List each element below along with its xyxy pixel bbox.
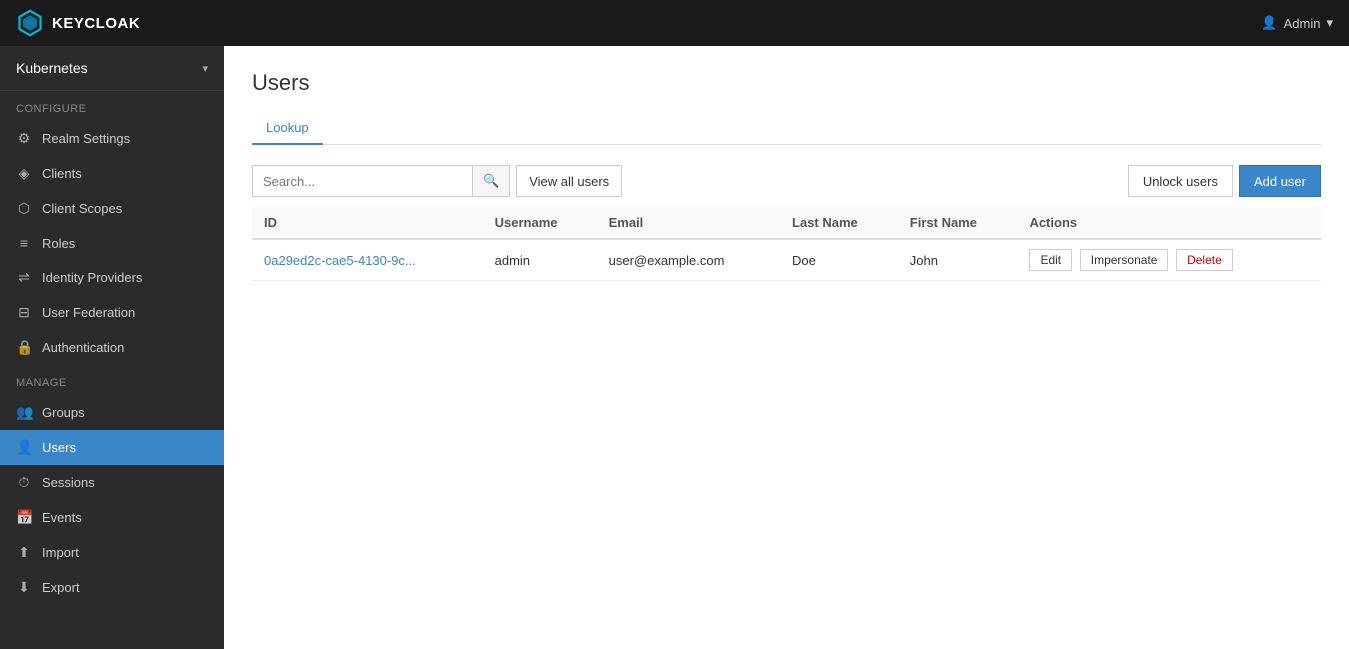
cell-last-name: Doe — [780, 239, 898, 281]
sidebar-item-label: Users — [42, 440, 76, 455]
import-icon: ⬆ — [16, 544, 32, 561]
groups-icon: 👥 — [16, 404, 32, 421]
manage-section-label: Manage — [0, 365, 224, 395]
col-id: ID — [252, 207, 483, 239]
search-input[interactable] — [252, 165, 472, 197]
table-row: 0a29ed2c-cae5-4130-9c... admin user@exam… — [252, 239, 1321, 281]
user-id-link[interactable]: 0a29ed2c-cae5-4130-9c... — [264, 253, 416, 268]
identity-providers-icon: ⇌ — [16, 269, 32, 286]
sidebar-item-label: Export — [42, 580, 80, 595]
cell-id: 0a29ed2c-cae5-4130-9c... — [252, 239, 483, 281]
sidebar-item-groups[interactable]: 👥 Groups — [0, 395, 224, 430]
sidebar-item-label: Client Scopes — [42, 201, 122, 216]
table-body: 0a29ed2c-cae5-4130-9c... admin user@exam… — [252, 239, 1321, 281]
sidebar-item-clients[interactable]: ◈ Clients — [0, 156, 224, 191]
tabs: Lookup — [252, 112, 1321, 145]
user-federation-icon: ⊟ — [16, 304, 32, 321]
events-icon: 📅 — [16, 509, 32, 526]
main-layout: Kubernetes ▾ Configure ⚙ Realm Settings … — [0, 46, 1349, 649]
cell-first-name: John — [898, 239, 1018, 281]
realm-settings-icon: ⚙ — [16, 130, 32, 147]
sidebar-item-events[interactable]: 📅 Events — [0, 500, 224, 535]
right-actions: Unlock users Add user — [1128, 165, 1321, 197]
col-username: Username — [483, 207, 597, 239]
sidebar-item-user-federation[interactable]: ⊟ User Federation — [0, 295, 224, 330]
keycloak-logo-icon — [16, 9, 44, 37]
users-icon: 👤 — [16, 439, 32, 456]
col-first-name: First Name — [898, 207, 1018, 239]
sidebar-item-roles[interactable]: ≡ Roles — [0, 226, 224, 260]
page-title: Users — [252, 70, 1321, 96]
content-area: Users Lookup 🔍 View all users Unlock use… — [224, 46, 1349, 649]
sidebar-item-label: User Federation — [42, 305, 135, 320]
unlock-users-button[interactable]: Unlock users — [1128, 165, 1233, 197]
authentication-icon: 🔒 — [16, 339, 32, 356]
sidebar-item-label: Authentication — [42, 340, 124, 355]
sidebar: Kubernetes ▾ Configure ⚙ Realm Settings … — [0, 46, 224, 649]
sidebar-item-identity-providers[interactable]: ⇌ Identity Providers — [0, 260, 224, 295]
delete-button[interactable]: Delete — [1176, 249, 1233, 271]
view-all-users-button[interactable]: View all users — [516, 165, 622, 197]
sidebar-item-label: Roles — [42, 236, 75, 251]
sidebar-item-label: Events — [42, 510, 82, 525]
search-area: 🔍 View all users — [252, 165, 622, 197]
edit-button[interactable]: Edit — [1029, 249, 1072, 271]
sessions-icon: ⏱ — [16, 474, 32, 491]
tab-lookup[interactable]: Lookup — [252, 112, 323, 145]
sidebar-item-label: Groups — [42, 405, 85, 420]
users-toolbar: 🔍 View all users Unlock users Add user — [252, 165, 1321, 197]
col-email: Email — [597, 207, 780, 239]
sidebar-item-label: Sessions — [42, 475, 95, 490]
sidebar-item-label: Import — [42, 545, 79, 560]
col-actions: Actions — [1017, 207, 1321, 239]
sidebar-item-label: Clients — [42, 166, 82, 181]
brand-name: KEYCLOAK — [52, 15, 140, 32]
brand: KEYCLOAK — [16, 9, 140, 37]
admin-menu[interactable]: 👤 Admin ▾ — [1261, 15, 1333, 31]
realm-name: Kubernetes — [16, 60, 88, 76]
realm-selector[interactable]: Kubernetes ▾ — [0, 46, 224, 91]
impersonate-button[interactable]: Impersonate — [1080, 249, 1169, 271]
admin-label: Admin — [1284, 16, 1321, 31]
export-icon: ⬇ — [16, 579, 32, 596]
client-scopes-icon: ⬡ — [16, 200, 32, 217]
table-header: ID Username Email Last Name First Name A… — [252, 207, 1321, 239]
search-button[interactable]: 🔍 — [472, 165, 510, 197]
sidebar-item-realm-settings[interactable]: ⚙ Realm Settings — [0, 121, 224, 156]
users-table: ID Username Email Last Name First Name A… — [252, 207, 1321, 281]
sidebar-item-client-scopes[interactable]: ⬡ Client Scopes — [0, 191, 224, 226]
col-last-name: Last Name — [780, 207, 898, 239]
sidebar-item-import[interactable]: ⬆ Import — [0, 535, 224, 570]
sidebar-item-export[interactable]: ⬇ Export — [0, 570, 224, 605]
cell-username: admin — [483, 239, 597, 281]
sidebar-item-authentication[interactable]: 🔒 Authentication — [0, 330, 224, 365]
sidebar-item-sessions[interactable]: ⏱ Sessions — [0, 465, 224, 500]
navbar: KEYCLOAK 👤 Admin ▾ — [0, 0, 1349, 46]
roles-icon: ≡ — [16, 235, 32, 251]
cell-actions: Edit Impersonate Delete — [1017, 239, 1321, 281]
configure-section-label: Configure — [0, 91, 224, 121]
sidebar-item-users[interactable]: 👤 Users — [0, 430, 224, 465]
sidebar-item-label: Identity Providers — [42, 270, 142, 285]
sidebar-item-label: Realm Settings — [42, 131, 130, 146]
cell-email: user@example.com — [597, 239, 780, 281]
realm-chevron-icon: ▾ — [202, 62, 208, 75]
user-icon: 👤 — [1261, 15, 1277, 31]
search-icon: 🔍 — [483, 173, 499, 189]
add-user-button[interactable]: Add user — [1239, 165, 1321, 197]
clients-icon: ◈ — [16, 165, 32, 182]
dropdown-icon: ▾ — [1326, 15, 1333, 31]
